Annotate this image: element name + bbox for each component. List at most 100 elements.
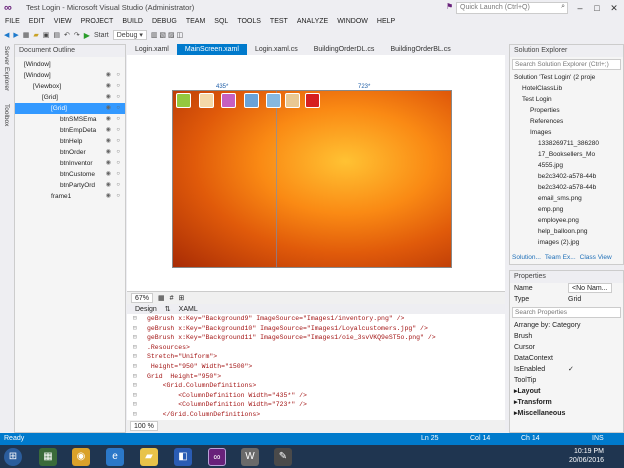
employee-tile-icon[interactable] bbox=[285, 93, 300, 108]
lock-dot-icon[interactable]: ○ bbox=[116, 92, 120, 103]
swap-panes-icon[interactable]: ⇅ bbox=[165, 305, 171, 313]
lock-dot-icon[interactable]: ○ bbox=[116, 147, 120, 158]
forward-icon[interactable]: ▶ bbox=[13, 31, 18, 39]
arrange-by-select[interactable]: Arrange by: Category bbox=[510, 320, 623, 331]
save-all-icon[interactable]: ▤ bbox=[53, 31, 60, 39]
undo-icon[interactable]: ↶ bbox=[64, 31, 70, 39]
tab-xaml[interactable]: XAML bbox=[179, 306, 198, 313]
menu-view[interactable]: VIEW bbox=[54, 16, 72, 28]
menu-sql[interactable]: SQL bbox=[214, 16, 228, 28]
property-section[interactable]: ▸ Miscellaneous bbox=[510, 408, 623, 419]
visibility-eye-icon[interactable]: ◉ bbox=[106, 114, 111, 125]
visibility-eye-icon[interactable]: ◉ bbox=[106, 180, 111, 191]
visual-studio-taskbar-icon[interactable]: ∞ bbox=[208, 448, 226, 466]
column-divider[interactable] bbox=[276, 91, 277, 267]
solution-tab-2[interactable]: Class View bbox=[580, 254, 612, 264]
zoom-select[interactable]: 67% bbox=[131, 293, 154, 303]
lock-dot-icon[interactable]: ○ bbox=[116, 114, 120, 125]
solution-item[interactable]: Solution 'Test Login' (2 proje bbox=[510, 72, 623, 83]
visibility-eye-icon[interactable]: ◉ bbox=[106, 81, 111, 92]
quick-launch-input[interactable]: Quick Launch (Ctrl+Q) ⌕ bbox=[456, 2, 568, 14]
lock-dot-icon[interactable]: ○ bbox=[116, 158, 120, 169]
tab-buildingorderbl-cs[interactable]: BuildingOrderBL.cs bbox=[382, 44, 458, 55]
start-button[interactable]: Start bbox=[94, 32, 109, 39]
start-icon[interactable]: ▶ bbox=[84, 31, 90, 40]
menu-analyze[interactable]: ANALYZE bbox=[297, 16, 328, 28]
tab-mainscreen-xaml[interactable]: MainScreen.xaml bbox=[176, 44, 247, 55]
toolbox-tab[interactable]: Toolbox bbox=[3, 104, 10, 126]
solution-item[interactable]: employee.png bbox=[510, 215, 623, 226]
solution-item[interactable]: 4555.jpg bbox=[510, 160, 623, 171]
paint-taskbar-icon[interactable]: ✎ bbox=[274, 448, 292, 466]
lock-dot-icon[interactable]: ○ bbox=[116, 136, 120, 147]
xaml-editor[interactable]: ⊟ geBrush x:Key="Background9" ImageSource… bbox=[127, 314, 505, 420]
outline-item[interactable]: btnEmpDeta ◉ ○ bbox=[15, 125, 125, 136]
outline-item[interactable]: [Viewbox] ◉ ○ bbox=[15, 81, 125, 92]
solution-item[interactable]: be2c3402-a578-44b bbox=[510, 171, 623, 182]
menu-test[interactable]: TEST bbox=[270, 16, 288, 28]
lock-dot-icon[interactable]: ○ bbox=[116, 169, 120, 180]
maximize-button[interactable]: □ bbox=[589, 2, 605, 14]
chrome-taskbar-icon[interactable]: ◉ bbox=[72, 448, 90, 466]
visibility-eye-icon[interactable]: ◉ bbox=[106, 125, 111, 136]
outline-item[interactable]: [Window] ◉ ○ bbox=[15, 70, 125, 81]
property-section[interactable]: ▸ Layout bbox=[510, 386, 623, 397]
inventory-tile-icon[interactable] bbox=[244, 93, 259, 108]
tab-login-xaml-cs[interactable]: Login.xaml.cs bbox=[247, 44, 306, 55]
menu-debug[interactable]: DEBUG bbox=[152, 16, 177, 28]
order-tile-icon[interactable] bbox=[199, 93, 214, 108]
solution-item[interactable]: email_sms.png bbox=[510, 193, 623, 204]
outline-item[interactable]: btnSMSEma ◉ ○ bbox=[15, 114, 125, 125]
solution-item[interactable]: Properties bbox=[510, 105, 623, 116]
menu-edit[interactable]: EDIT bbox=[29, 16, 45, 28]
solution-search-input[interactable]: Search Solution Explorer (Ctrl+;) bbox=[512, 59, 621, 70]
word-taskbar-icon[interactable]: W bbox=[241, 448, 259, 466]
property-section[interactable]: ▸ Transform bbox=[510, 397, 623, 408]
menu-window[interactable]: WINDOW bbox=[337, 16, 368, 28]
new-project-icon[interactable]: ▦ bbox=[23, 31, 30, 39]
visibility-eye-icon[interactable]: ◉ bbox=[106, 136, 111, 147]
redo-icon[interactable]: ↷ bbox=[74, 31, 80, 39]
lock-dot-icon[interactable]: ○ bbox=[116, 70, 120, 81]
outline-item[interactable]: btnCustome ◉ ○ bbox=[15, 169, 125, 180]
party-tile-icon[interactable] bbox=[221, 93, 236, 108]
menu-project[interactable]: PROJECT bbox=[81, 16, 114, 28]
outline-item[interactable]: btnInventor ◉ ○ bbox=[15, 158, 125, 169]
outline-item[interactable]: frame1 ◉ ○ bbox=[15, 191, 125, 202]
outline-item[interactable]: btnOrder ◉ ○ bbox=[15, 147, 125, 158]
lock-dot-icon[interactable]: ○ bbox=[116, 125, 120, 136]
notification-flag-icon[interactable]: ⚑ bbox=[446, 2, 453, 11]
close-button[interactable]: ✕ bbox=[606, 2, 622, 14]
solution-item[interactable]: References bbox=[510, 116, 623, 127]
grid-toggle-icon[interactable]: # bbox=[170, 295, 174, 302]
zoom-fit-icon[interactable]: ▦ bbox=[158, 294, 165, 302]
taskbar-clock[interactable]: 10:19 PM 20/06/2016 bbox=[569, 447, 604, 465]
solution-item[interactable]: be2c3402-a578-44b bbox=[510, 182, 623, 193]
customers-tile-icon[interactable] bbox=[266, 93, 281, 108]
config-select[interactable]: Debug ▾ bbox=[112, 30, 147, 40]
tab-login-xaml[interactable]: Login.xaml bbox=[127, 44, 177, 55]
visibility-eye-icon[interactable]: ◉ bbox=[106, 147, 111, 158]
toolbar-extra-icons[interactable]: ▥ ▧ ▨ ◫ bbox=[151, 31, 183, 39]
menu-tools[interactable]: TOOLS bbox=[237, 16, 261, 28]
solution-item[interactable]: Test Login bbox=[510, 94, 623, 105]
menu-team[interactable]: TEAM bbox=[186, 16, 205, 28]
tab-buildingorderdl-cs[interactable]: BuildingOrderDL.cs bbox=[306, 44, 383, 55]
outline-item[interactable]: btnHelp ◉ ○ bbox=[15, 136, 125, 147]
minimize-button[interactable]: – bbox=[572, 2, 588, 14]
outline-item[interactable]: [Window] bbox=[15, 59, 125, 70]
lock-dot-icon[interactable]: ○ bbox=[116, 180, 120, 191]
solution-item[interactable]: emp.png bbox=[510, 204, 623, 215]
menu-file[interactable]: FILE bbox=[5, 16, 20, 28]
ie-taskbar-icon[interactable]: e bbox=[106, 448, 124, 466]
outline-item[interactable]: btnPartyOrd ◉ ○ bbox=[15, 180, 125, 191]
save-icon[interactable]: ▣ bbox=[43, 31, 50, 39]
back-icon[interactable]: ◀ bbox=[4, 31, 9, 39]
solution-item[interactable]: HotelClassLib bbox=[510, 83, 623, 94]
start-orb-icon[interactable]: ⊞ bbox=[4, 448, 22, 466]
solution-tab-1[interactable]: Team Ex... bbox=[545, 254, 576, 264]
solution-tab-0[interactable]: Solution... bbox=[512, 254, 541, 264]
explorer-taskbar-icon[interactable]: ▰ bbox=[140, 448, 158, 466]
lock-dot-icon[interactable]: ○ bbox=[116, 81, 120, 92]
solution-item[interactable]: 1338269711_386280 bbox=[510, 138, 623, 149]
